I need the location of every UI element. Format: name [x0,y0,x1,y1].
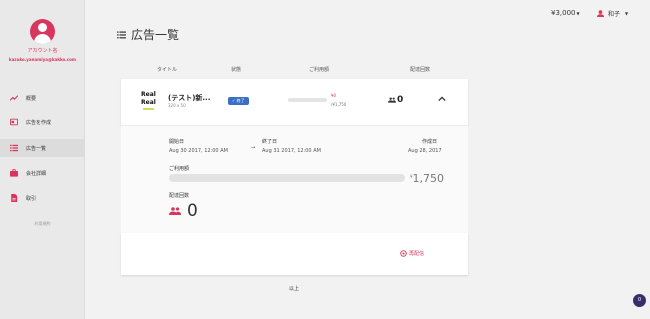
chat-badge[interactable]: 0 [633,294,646,307]
avatar-icon[interactable] [30,19,55,44]
redeliver-icon [400,250,407,257]
ad-size: 320 x 50 [168,103,186,108]
sidebar-item-ad-list[interactable]: 広告一覧 [0,139,85,157]
page-title-text: 広告一覧 [131,28,180,42]
sidebar-item-label: 取引 [26,195,37,202]
usage-amount-value: 1,750 [412,172,445,185]
redeliver-label: 再配信 [409,251,425,257]
terms-link[interactable]: 利用規約 [0,221,85,227]
usage-amount: ¥1,750 [410,172,444,185]
account-name: アカウント名 [27,48,58,54]
start-date-label: 開始日 [169,139,185,145]
sidebar-item-overview[interactable]: 概要 [0,89,85,107]
created-date-value: Aug 28, 2017 [408,148,442,154]
start-date-value: Aug 30 2017, 12:00 AM [169,148,228,154]
balance-dropdown[interactable]: ¥3,000▼ [551,9,580,17]
people-icon [169,207,181,215]
list-end-text: 以上 [289,286,300,292]
arrow-right-icon: → [251,145,256,151]
ad-thumbnail: Real Real [141,91,156,111]
sidebar-item-transactions[interactable]: 取引 [0,189,85,207]
sidebar-item-label: 広告一覧 [26,145,47,152]
user-name: 和子 [608,11,621,18]
trending-icon [10,95,18,101]
budget-amount: /¥1,750 [331,102,347,107]
column-header-deliveries: 配達回数 [410,67,431,73]
sidebar: アカウント名 kazuko.yanamiya@kakko.com 概要 広告を作… [0,0,85,319]
people-icon [388,97,396,103]
column-header-title: タイトル [157,67,178,73]
chevron-up-icon[interactable] [438,96,446,102]
document-icon [11,194,18,202]
status-badge: ✓ 終了 [228,97,249,105]
created-date-label: 作成日 [422,139,438,145]
chevron-down-icon: ▼ [576,11,580,16]
thumbnail-text: Real [141,99,156,106]
page-title: 広告一覧 [117,26,179,43]
column-header-status: 状態 [231,67,242,73]
list-icon [117,30,126,38]
currency-symbol: ¥ [410,174,413,179]
balance-value: ¥3,000 [551,9,576,17]
thumbnail-text: Real [141,91,156,98]
chevron-down-icon: ▼ [625,11,629,16]
sidebar-item-label: 会社詳細 [26,170,47,177]
sidebar-item-label: 概要 [26,95,37,102]
account-email: kazuko.yanamiya@kakko.com [8,57,77,62]
sidebar-item-label: 広告を作成 [26,119,52,126]
briefcase-icon [10,169,18,177]
end-date-value: Aug 31 2017, 12:00 AM [262,148,321,154]
deliveries-label: 配達回数 [169,193,190,199]
sidebar-item-create-ad[interactable]: 広告を作成 [0,113,85,131]
usage-bar [169,174,405,182]
list-icon [10,144,18,152]
create-ad-icon [10,118,18,126]
end-date-label: 終了日 [262,139,278,145]
column-header-usage: ご利用額 [309,67,330,73]
sidebar-item-company[interactable]: 会社詳細 [0,164,85,182]
usage-progress-bar [288,98,327,102]
user-menu[interactable]: 和子 ▼ [597,9,628,18]
redeliver-button[interactable]: 再配信 [400,250,424,257]
usage-label: ご利用額 [169,166,190,172]
ad-name: (テスト)新... [168,94,211,102]
user-icon [597,10,604,17]
delivery-count: 0 [397,95,404,105]
used-amount: ¥0 [331,93,337,98]
deliveries-value: 0 [187,201,198,221]
